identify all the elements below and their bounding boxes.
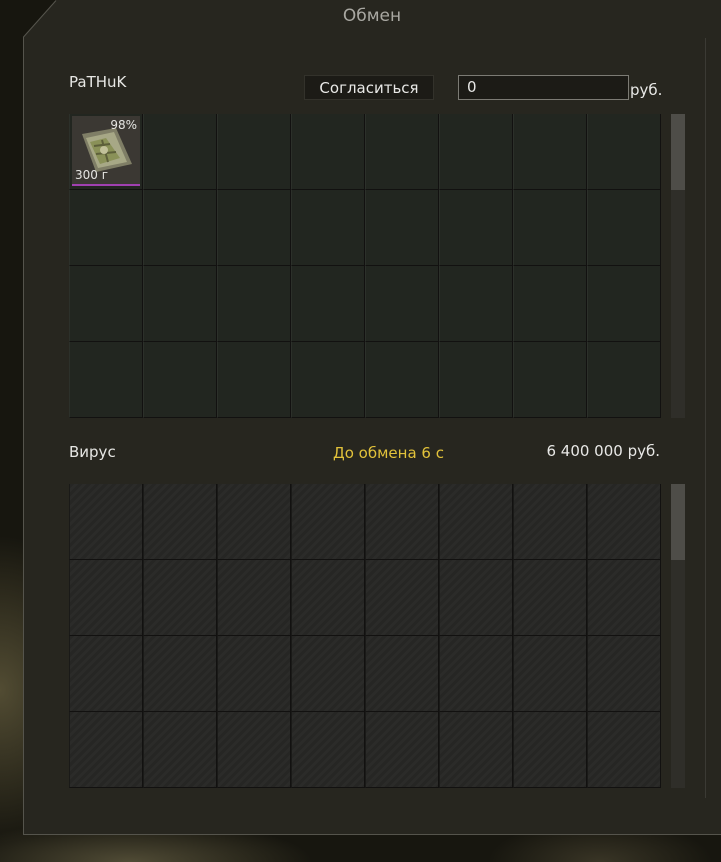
inventory-slot (291, 484, 365, 560)
inventory-slot[interactable] (291, 114, 365, 190)
scrollbar-thumb[interactable] (671, 114, 685, 190)
inventory-slot (69, 712, 143, 788)
inventory-slot (365, 712, 439, 788)
inventory-slot (513, 636, 587, 712)
trade-timer: До обмена 6 с (333, 444, 444, 462)
my-grid-scrollbar[interactable] (671, 114, 685, 418)
item-weight: 300 г (75, 168, 109, 182)
partner-inventory-grid (69, 484, 661, 788)
inventory-slot (439, 484, 513, 560)
inventory-slot (217, 484, 291, 560)
inventory-slot[interactable] (513, 190, 587, 266)
inventory-slot (439, 560, 513, 636)
inventory-slot (513, 484, 587, 560)
inventory-slot[interactable] (587, 114, 661, 190)
inventory-slot (143, 560, 217, 636)
inventory-slot[interactable] (513, 114, 587, 190)
inventory-slot[interactable] (143, 342, 217, 418)
inventory-slot[interactable] (439, 342, 513, 418)
inventory-slot[interactable] (291, 266, 365, 342)
inventory-slot (143, 712, 217, 788)
inventory-slot (143, 484, 217, 560)
inventory-slot (291, 712, 365, 788)
inventory-slot (69, 484, 143, 560)
inventory-slot[interactable] (439, 190, 513, 266)
inventory-slot[interactable] (513, 266, 587, 342)
inventory-slot (587, 484, 661, 560)
my-inventory-grid: 98% 300 г (69, 114, 661, 418)
inventory-slot[interactable] (217, 342, 291, 418)
inventory-slot[interactable] (365, 190, 439, 266)
inventory-slot[interactable] (69, 342, 143, 418)
inventory-slot (143, 636, 217, 712)
inventory-slot (69, 636, 143, 712)
inventory-slot[interactable] (217, 190, 291, 266)
currency-label: руб. (630, 81, 663, 99)
inventory-slot[interactable] (217, 114, 291, 190)
inventory-slot (291, 636, 365, 712)
inventory-slot (365, 560, 439, 636)
partner-grid-scrollbar[interactable] (671, 484, 685, 788)
inventory-slot[interactable] (587, 342, 661, 418)
inventory-slot[interactable] (587, 190, 661, 266)
inventory-slot (365, 636, 439, 712)
my-player-name: PaTHuK (69, 73, 127, 91)
partner-money-total: 6 400 000 руб. (546, 442, 660, 460)
inventory-slot[interactable] (69, 266, 143, 342)
inventory-slot (217, 636, 291, 712)
accept-button[interactable]: Согласиться (304, 75, 434, 100)
inventory-slot (587, 636, 661, 712)
inventory-slot[interactable] (365, 266, 439, 342)
inventory-slot[interactable] (365, 114, 439, 190)
trade-window: Обмен PaTHuK Согласиться 0 руб. 98% 300 … (23, 0, 721, 835)
inventory-slot (217, 560, 291, 636)
inventory-slot (587, 560, 661, 636)
inventory-slot (587, 712, 661, 788)
partner-player-name: Вирус (69, 443, 116, 461)
inventory-slot[interactable] (143, 190, 217, 266)
inventory-slot (69, 560, 143, 636)
divider (705, 38, 706, 798)
inventory-slot (291, 560, 365, 636)
inventory-slot[interactable] (143, 114, 217, 190)
inventory-slot[interactable] (143, 266, 217, 342)
inventory-slot[interactable] (217, 266, 291, 342)
inventory-slot[interactable] (439, 266, 513, 342)
window-title: Обмен (342, 6, 402, 26)
inventory-slot[interactable] (69, 190, 143, 266)
inventory-slot (439, 636, 513, 712)
inventory-slot[interactable] (291, 342, 365, 418)
inventory-slot[interactable] (365, 342, 439, 418)
scrollbar-thumb[interactable] (671, 484, 685, 560)
inventory-slot (365, 484, 439, 560)
inventory-slot (217, 712, 291, 788)
inventory-slot[interactable] (291, 190, 365, 266)
inventory-slot[interactable] (587, 266, 661, 342)
inventory-slot (439, 712, 513, 788)
item-condition: 98% (110, 118, 137, 132)
inventory-slot[interactable] (439, 114, 513, 190)
inventory-slot (513, 560, 587, 636)
map-item[interactable]: 98% 300 г (72, 116, 140, 186)
inventory-slot[interactable] (513, 342, 587, 418)
money-input[interactable]: 0 (458, 75, 629, 100)
inventory-slot (513, 712, 587, 788)
inventory-slot[interactable]: 98% 300 г (69, 114, 143, 190)
